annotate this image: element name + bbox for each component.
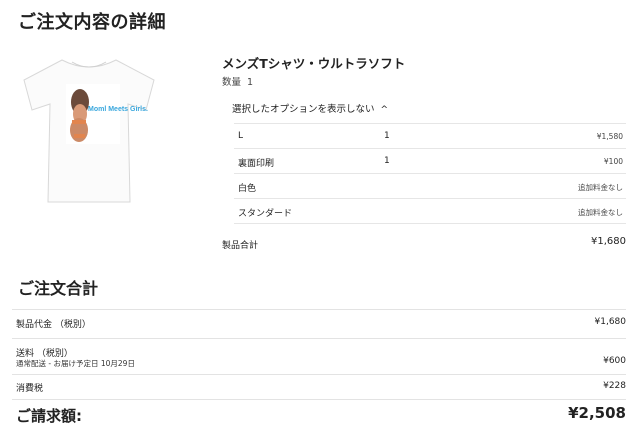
option-row: スタンダード 追加料金なし	[234, 198, 626, 224]
tax-label: 消費税	[16, 384, 44, 394]
quantity: 数量 1	[222, 74, 253, 88]
option-price: 追加料金なし	[578, 183, 623, 192]
option-price: 追加料金なし	[578, 208, 623, 217]
product-subtotal-value: ¥1,680	[591, 236, 626, 247]
option-price: ¥100	[603, 157, 623, 166]
options-toggle[interactable]: 選択したオプションを表示しない ^	[232, 101, 388, 115]
product-cost-value: ¥1,680	[594, 317, 627, 327]
product-subtotal-label: 製品合計	[222, 241, 259, 251]
option-row: 裏面印刷 1 ¥100	[234, 148, 626, 173]
product-image: Moml Meets Girls.	[14, 52, 164, 210]
divider	[12, 338, 626, 339]
total-value: ¥2,508	[568, 404, 626, 422]
product-cost-label: 製品代金 （税別）	[16, 320, 91, 330]
shipping-value: ¥600	[603, 356, 626, 366]
chevron-up-icon: ^	[380, 105, 389, 115]
options-panel: 選択したオプションを表示しない ^ L 1 ¥1,580 裏面印刷 1 ¥100 …	[222, 95, 626, 232]
options-toggle-label: 選択したオプションを表示しない	[232, 104, 375, 115]
option-qty: 1	[384, 156, 390, 166]
shipping-detail: 通常配送 - お届け予定日 10月29日	[16, 359, 135, 368]
option-name: 裏面印刷	[238, 159, 275, 169]
total-label: ご請求額:	[16, 407, 82, 425]
tshirt-image: Moml Meets Girls.	[23, 59, 155, 203]
summary-title: ご注文合計	[18, 279, 99, 298]
option-row: 白色 追加料金なし	[234, 173, 626, 198]
option-name: スタンダード	[238, 209, 293, 219]
divider	[12, 399, 626, 400]
divider	[12, 309, 626, 310]
option-name: L	[238, 131, 244, 141]
divider	[12, 374, 626, 375]
option-price: ¥1,580	[596, 132, 623, 141]
print-text: Moml Meets Girls.	[88, 106, 148, 113]
page-title: ご注文内容の詳細	[18, 12, 166, 33]
option-row: L 1 ¥1,580	[234, 123, 626, 148]
quantity-label: 数量	[222, 77, 242, 88]
product-title: メンズTシャツ・ウルトラソフト	[222, 56, 406, 71]
option-qty: 1	[384, 131, 390, 141]
tax-value: ¥228	[603, 381, 626, 391]
option-name: 白色	[238, 184, 257, 194]
quantity-value: 1	[247, 77, 254, 88]
